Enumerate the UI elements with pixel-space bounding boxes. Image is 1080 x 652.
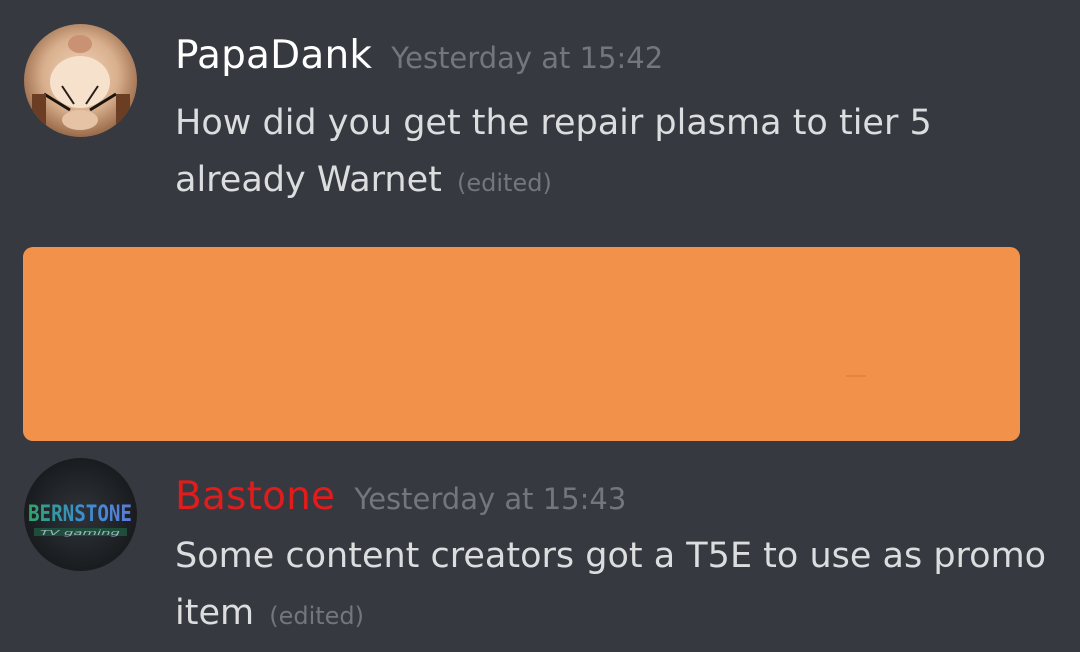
hamster-avatar-icon	[24, 24, 137, 137]
username[interactable]: Bastone	[175, 474, 335, 519]
bernstone-logo-icon: BERNSTONE TV gaming	[24, 458, 137, 571]
message-content: Some content creators got a T5E to use a…	[175, 528, 1055, 645]
redaction-artifact	[846, 375, 866, 377]
timestamp[interactable]: Yesterday at 15:43	[354, 482, 626, 516]
logo-subtext: TV gaming	[40, 529, 121, 537]
logo-text: BERNSTONE	[28, 502, 132, 527]
avatar[interactable]: BERNSTONE TV gaming	[24, 458, 137, 571]
avatar[interactable]	[24, 24, 137, 137]
message-text: How did you get the repair plasma to tie…	[175, 103, 932, 200]
redaction-block	[23, 247, 1020, 441]
message-content: How did you get the repair plasma to tie…	[175, 95, 1055, 212]
message: PapaDank Yesterday at 15:42 How did you …	[0, 0, 1080, 230]
username[interactable]: PapaDank	[175, 33, 372, 78]
message: BERNSTONE TV gaming Bastone Yesterday at…	[0, 450, 1080, 652]
message-header: Bastone Yesterday at 15:43	[175, 474, 626, 519]
edited-label: (edited)	[269, 602, 365, 630]
message-header: PapaDank Yesterday at 15:42	[175, 33, 663, 78]
edited-label: (edited)	[457, 169, 552, 197]
timestamp[interactable]: Yesterday at 15:42	[391, 41, 663, 75]
